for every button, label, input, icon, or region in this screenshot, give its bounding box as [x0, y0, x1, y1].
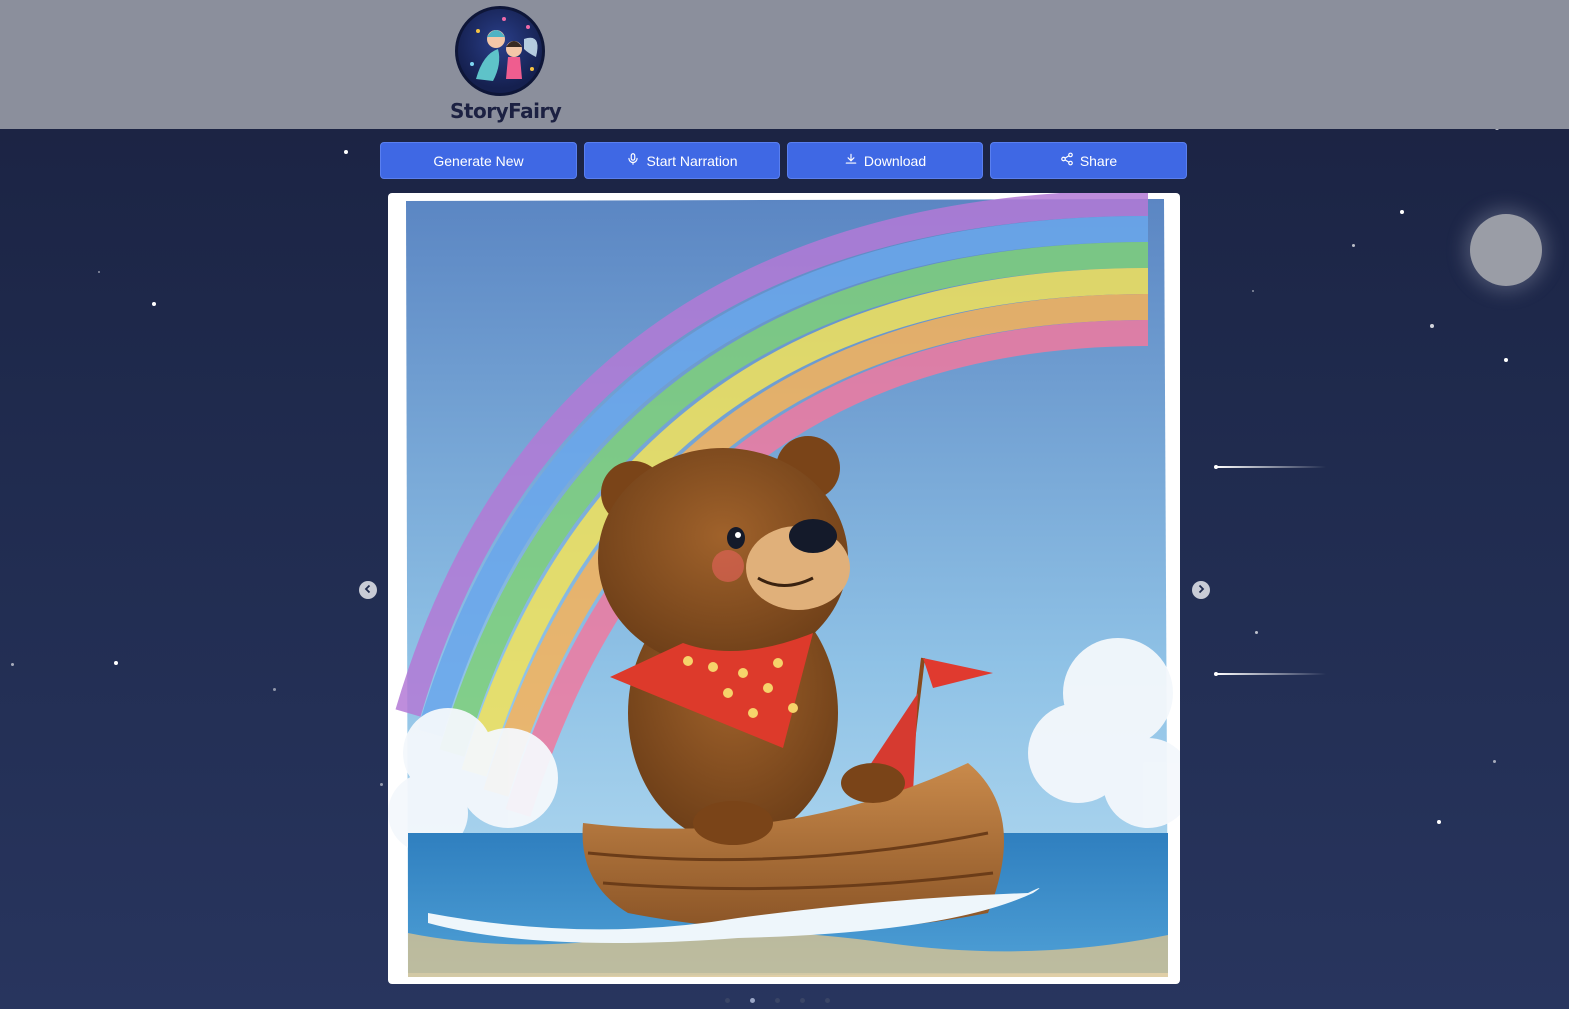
slide-dot[interactable] [825, 998, 830, 1003]
download-button[interactable]: Download [787, 142, 983, 179]
slide-dot[interactable] [775, 998, 780, 1003]
slide-dot-active[interactable] [750, 998, 755, 1003]
download-icon [844, 152, 858, 169]
start-narration-button[interactable]: Start Narration [584, 142, 780, 179]
share-label: Share [1079, 152, 1118, 169]
slide-indicator [725, 998, 845, 1006]
action-toolbar: Generate New Start Narration Download Sh… [380, 142, 1188, 180]
download-label: Download [863, 152, 927, 169]
generate-new-button[interactable]: Generate New [380, 142, 577, 179]
start-narration-label: Start Narration [646, 152, 738, 169]
next-slide-button[interactable] [1192, 581, 1210, 599]
slide-dot[interactable] [725, 998, 730, 1003]
moon-decoration [1470, 214, 1542, 286]
microphone-icon [626, 152, 640, 169]
chevron-right-icon [1196, 581, 1206, 599]
previous-slide-button[interactable] [359, 581, 377, 599]
app-header: StoryFairy [0, 0, 1569, 129]
generate-new-label: Generate New [433, 152, 524, 169]
brand-logo[interactable]: StoryFairy [450, 4, 562, 126]
share-icon [1060, 152, 1074, 169]
brand-name: StoryFairy [450, 99, 562, 123]
chevron-left-icon [363, 581, 373, 599]
logo-emblem [455, 6, 545, 96]
slide-dot[interactable] [800, 998, 805, 1003]
share-button[interactable]: Share [990, 142, 1187, 179]
story-illustration [388, 193, 1180, 984]
